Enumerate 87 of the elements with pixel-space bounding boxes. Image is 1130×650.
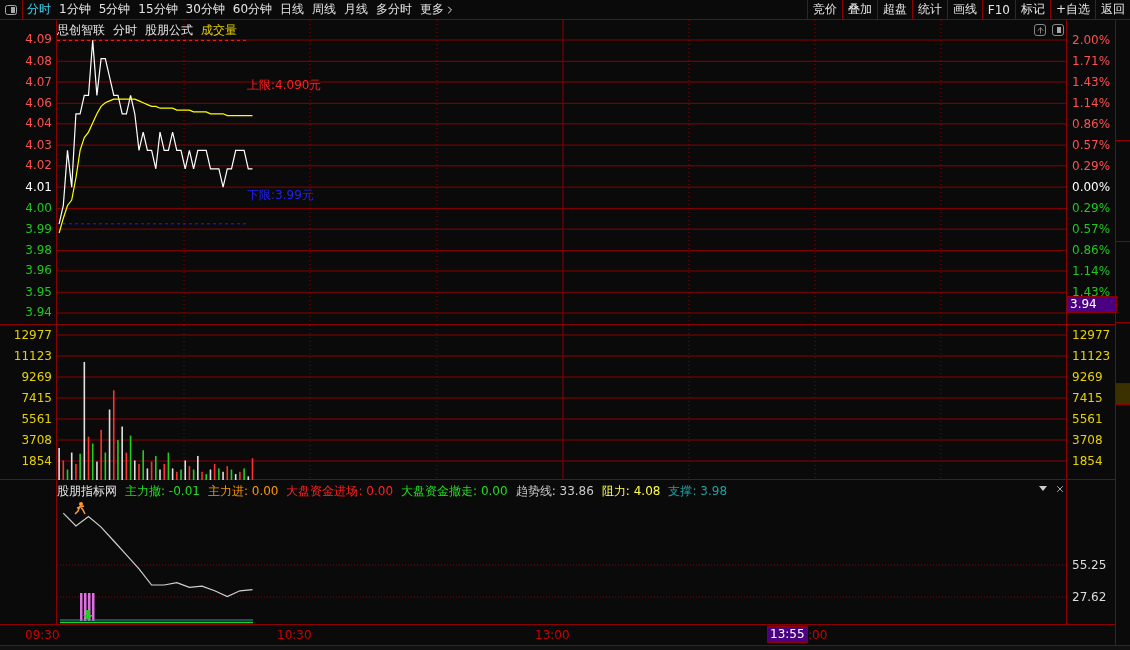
- time-label: 13:00: [535, 628, 570, 642]
- price-label: 4.00: [25, 199, 52, 217]
- period-tab[interactable]: 60分钟: [228, 0, 277, 19]
- toolbar-button[interactable]: +自选: [1049, 0, 1095, 19]
- price-label: 4.04: [25, 115, 52, 133]
- runner-icon: [74, 502, 86, 515]
- price-label: 3.99: [25, 220, 52, 238]
- price-label: 4.08: [25, 52, 52, 70]
- period-tab[interactable]: 月线: [340, 0, 373, 19]
- indicator-value: 趋势线: 33.86: [515, 483, 594, 500]
- toolbar-button[interactable]: 竞价: [806, 0, 842, 19]
- price-label: 3.96: [25, 262, 52, 280]
- volume-label: 7415: [21, 390, 52, 407]
- volume-label: 5561: [21, 411, 52, 428]
- price-label: 3.98: [25, 241, 52, 259]
- time-label: 09:30: [25, 628, 60, 642]
- period-tab[interactable]: 日线: [276, 0, 309, 19]
- toolbar-button[interactable]: 叠加: [841, 0, 877, 19]
- price-label: 4.09: [25, 31, 52, 49]
- period-tab[interactable]: 5分钟: [94, 0, 135, 19]
- period-tab[interactable]: 分时: [23, 0, 55, 19]
- percent-label: 0.00%: [1072, 179, 1111, 196]
- percent-label: 0.86%: [1072, 116, 1111, 133]
- volume-label: 9269: [21, 369, 52, 386]
- indicator-axis-label: 55.25: [1072, 556, 1107, 574]
- close-icon[interactable]: [1055, 484, 1065, 494]
- period-tab[interactable]: 15分钟: [134, 0, 182, 19]
- percent-label: 0.86%: [1072, 242, 1111, 259]
- indicator-label: 成交量: [201, 22, 237, 39]
- limit-label: 下限:3.99元: [247, 188, 314, 202]
- percent-label: 1.71%: [1072, 53, 1111, 70]
- toolbar-button[interactable]: 返回: [1095, 0, 1130, 19]
- indicator-value: 大盘资金撤走: 0.00: [401, 483, 508, 500]
- percent-label: 1.43%: [1072, 74, 1111, 91]
- stock-name: 思创智联: [57, 22, 105, 39]
- volume-label: 3708: [1072, 431, 1103, 449]
- percent-label: 0.29%: [1072, 200, 1111, 217]
- volume-label: 11123: [13, 348, 52, 365]
- volume-label: 1854: [1072, 452, 1103, 470]
- period-tab[interactable]: 多分时: [372, 0, 417, 19]
- toolbar-button[interactable]: 标记: [1014, 0, 1050, 19]
- period-tab[interactable]: 30分钟: [181, 0, 229, 19]
- volume-label: 5561: [1072, 410, 1103, 428]
- price-label: 4.03: [25, 136, 52, 154]
- percent-label: 1.14%: [1072, 95, 1111, 112]
- indicator-value: 阻力: 4.08: [601, 483, 661, 500]
- volume-label: 3708: [21, 432, 52, 449]
- price-label: 3.94: [25, 304, 52, 322]
- volume-label: 7415: [1072, 389, 1103, 407]
- price-label: 4.02: [25, 157, 52, 175]
- price-label: 4.07: [25, 73, 52, 91]
- time-label: 10:30: [277, 628, 312, 642]
- percent-label: 2.00%: [1072, 32, 1111, 49]
- percent-label: 1.43%: [1072, 284, 1111, 299]
- volume-label: 9269: [1072, 368, 1103, 386]
- limit-label: 上限:4.090元: [247, 78, 322, 92]
- chart-label: 分时: [113, 22, 137, 39]
- toolbar-button[interactable]: 超盘: [876, 0, 912, 19]
- percent-label: 0.57%: [1072, 221, 1111, 238]
- indicator-value: 主力进: 0.00: [207, 483, 279, 500]
- percent-label: 0.57%: [1072, 137, 1111, 154]
- volume-label: 11123: [1072, 347, 1111, 365]
- volume-label: 12977: [1072, 326, 1111, 344]
- price-label: 4.06: [25, 94, 52, 112]
- volume-label: 12977: [13, 327, 52, 344]
- percent-label: 0.29%: [1072, 158, 1111, 175]
- panel-toggle-icon[interactable]: [1052, 24, 1064, 36]
- toolbar-button[interactable]: F10: [981, 0, 1015, 19]
- toolbar-button[interactable]: 画线: [946, 0, 982, 19]
- percent-label: 1.14%: [1072, 263, 1111, 280]
- indicator-value: 支撑: 3.98: [668, 483, 727, 500]
- dropdown-icon[interactable]: [1039, 486, 1047, 491]
- toolbar-button[interactable]: 统计: [911, 0, 947, 19]
- cursor-time-tag: 13:55: [767, 626, 808, 643]
- period-tab[interactable]: 更多: [416, 0, 461, 19]
- time-label: :00: [808, 628, 828, 642]
- period-tab[interactable]: 周线: [308, 0, 341, 19]
- indicator-value: 大盘资金进场: 0.00: [286, 483, 394, 500]
- cursor-price-tag: 3.94: [1067, 296, 1117, 313]
- price-label: 3.95: [25, 283, 52, 301]
- indicator-name: 股朋指标网: [57, 483, 117, 500]
- chart-label: 股朋公式: [145, 22, 193, 39]
- price-label: 4.01: [25, 178, 52, 196]
- volume-label: 1854: [21, 453, 52, 470]
- indicator-axis-label: 27.62: [1072, 588, 1107, 606]
- indicator-value: 主力撤: -0.01: [125, 483, 200, 500]
- period-tab[interactable]: 1分钟: [55, 0, 95, 19]
